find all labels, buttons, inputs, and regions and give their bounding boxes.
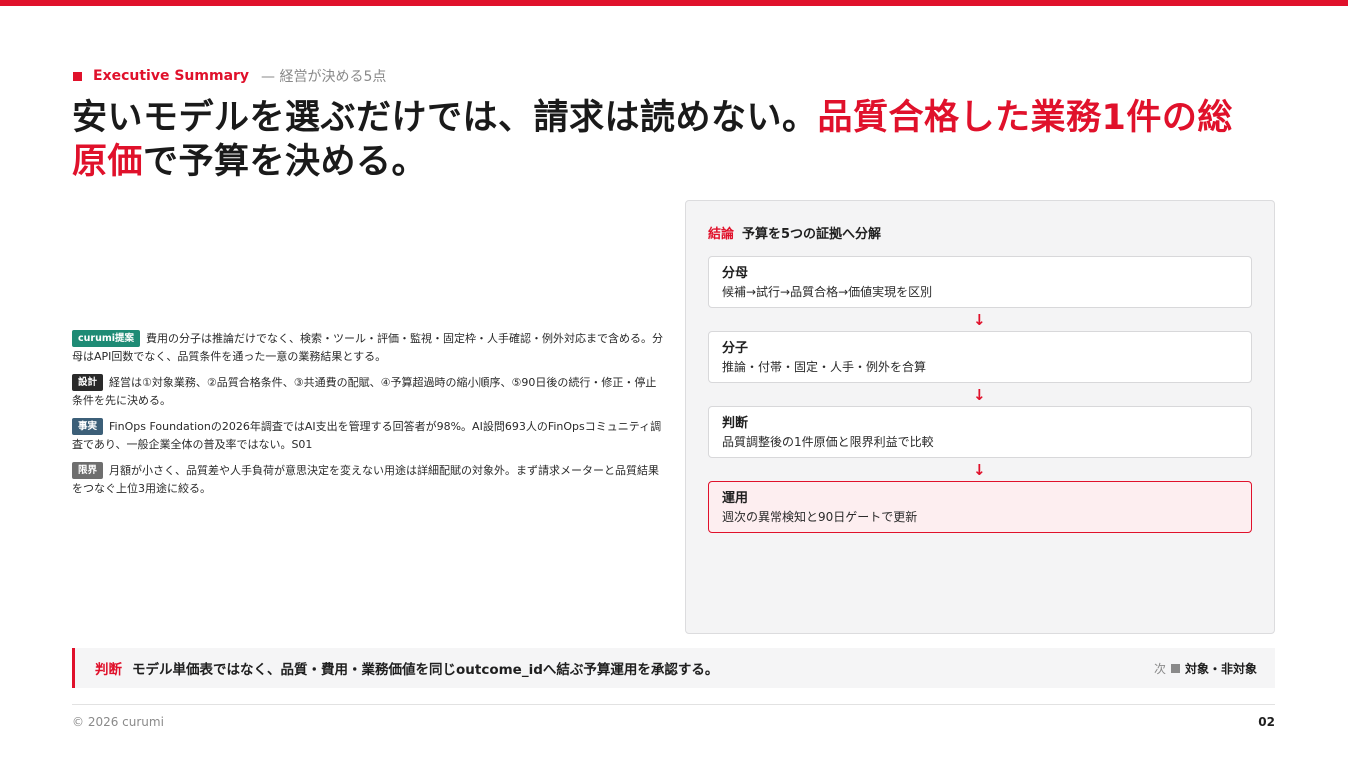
down-arrow-icon: ↓: [973, 311, 986, 329]
tag-fact-badge: 事実: [72, 418, 104, 435]
note-proposal: curumi提案 費用の分子は推論だけでなく、検索・ツール・評価・監視・固定枠・人…: [72, 330, 664, 366]
footer-divider: [72, 704, 1275, 705]
note-design: 設計 経営は①対象業務、②品質合格条件、③共通費の配賦、④予算超過時の縮小順序、⑤…: [72, 374, 664, 410]
next-section-link[interactable]: 次 対象・非対象: [1154, 660, 1257, 677]
step-description: 候補→試行→品質合格→価値実現を区別: [722, 285, 933, 299]
down-arrow-icon: ↓: [973, 461, 986, 479]
next-prefix: 次: [1153, 661, 1166, 676]
note-text: 経営は①対象業務、②品質合格条件、③共通費の配賦、④予算超過時の縮小順序、⑤90…: [72, 376, 657, 407]
note-text: FinOps Foundationの2026年調査ではAI支出を管理する回答者が…: [72, 420, 662, 451]
square-bullet-icon: [1170, 663, 1180, 673]
panel-title: 予算を5つの証拠へ分解: [742, 227, 882, 242]
panel-label: 結論: [708, 227, 735, 242]
step-description: 週次の異常検知と90日ゲートで更新: [722, 510, 918, 524]
note-fact: 事実 FinOps Foundationの2026年調査ではAI支出を管理する回答…: [72, 418, 664, 454]
kicker-title: Executive Summary: [93, 68, 250, 84]
step-operation: 運用 週次の異常検知と90日ゲートで更新: [708, 481, 1252, 533]
verdict-label: 判断: [95, 662, 122, 678]
note-text: 月額が小さく、品質差や人手負荷が意思決定を変えない用途は詳細配賦の対象外。まず請…: [72, 464, 660, 495]
square-bullet-icon: [73, 71, 82, 81]
step-title: 分子: [722, 341, 749, 356]
panel-heading: 結論 予算を5つの証拠へ分解: [708, 223, 881, 242]
verdict-text: モデル単価表ではなく、品質・費用・業務価値を同じoutcome_idへ結ぶ予算運…: [132, 662, 719, 678]
step-title: 運用: [722, 491, 749, 506]
next-title: 対象・非対象: [1184, 661, 1257, 676]
conclusion-panel: 結論 予算を5つの証拠へ分解 分母 候補→試行→品質合格→価値実現を区別 ↓ 分子…: [685, 200, 1275, 634]
step-title: 分母: [722, 266, 749, 281]
step-description: 品質調整後の1件原価と限界利益で比較: [722, 435, 934, 449]
down-arrow-icon: ↓: [973, 386, 986, 404]
step-title: 判断: [722, 416, 749, 431]
note-text: 費用の分子は推論だけでなく、検索・ツール・評価・監視・固定枠・人手確認・例外対応…: [72, 332, 663, 363]
step-denominator: 分母 候補→試行→品質合格→価値実現を区別: [708, 256, 1252, 308]
step-numerator: 分子 推論・付帯・固定・人手・例外を合算: [708, 331, 1252, 383]
step-judgement: 判断 品質調整後の1件原価と限界利益で比較: [708, 406, 1252, 458]
verdict-bar: 判断 モデル単価表ではなく、品質・費用・業務価値を同じoutcome_idへ結ぶ…: [72, 648, 1275, 688]
headline-part2: で予算を決める。: [143, 142, 428, 182]
step-description: 推論・付帯・固定・人手・例外を合算: [722, 360, 927, 374]
note-limit: 限界 月額が小さく、品質差や人手負荷が意思決定を変えない用途は詳細配賦の対象外。ま…: [72, 462, 664, 498]
tag-design-badge: 設計: [72, 374, 104, 391]
copyright: © 2026 curumi: [72, 715, 164, 729]
tag-proposal-badge: curumi提案: [72, 330, 140, 347]
kicker-subtitle: — 経営が決める5点: [261, 69, 387, 85]
tag-limit-badge: 限界: [72, 462, 104, 479]
headline-part1: 安いモデルを選ぶだけでは、請求は読めない。: [72, 98, 818, 138]
page-title: 安いモデルを選ぶだけでは、請求は読めない。品質合格した業務1件の総原価で予算を決…: [72, 96, 1262, 184]
top-accent-bar: [0, 0, 1348, 6]
notes-column: curumi提案 費用の分子は推論だけでなく、検索・ツール・評価・監視・固定枠・人…: [72, 330, 664, 506]
page-number: 02: [1258, 715, 1275, 729]
section-kicker: Executive Summary — 経営が決める5点: [73, 66, 386, 86]
